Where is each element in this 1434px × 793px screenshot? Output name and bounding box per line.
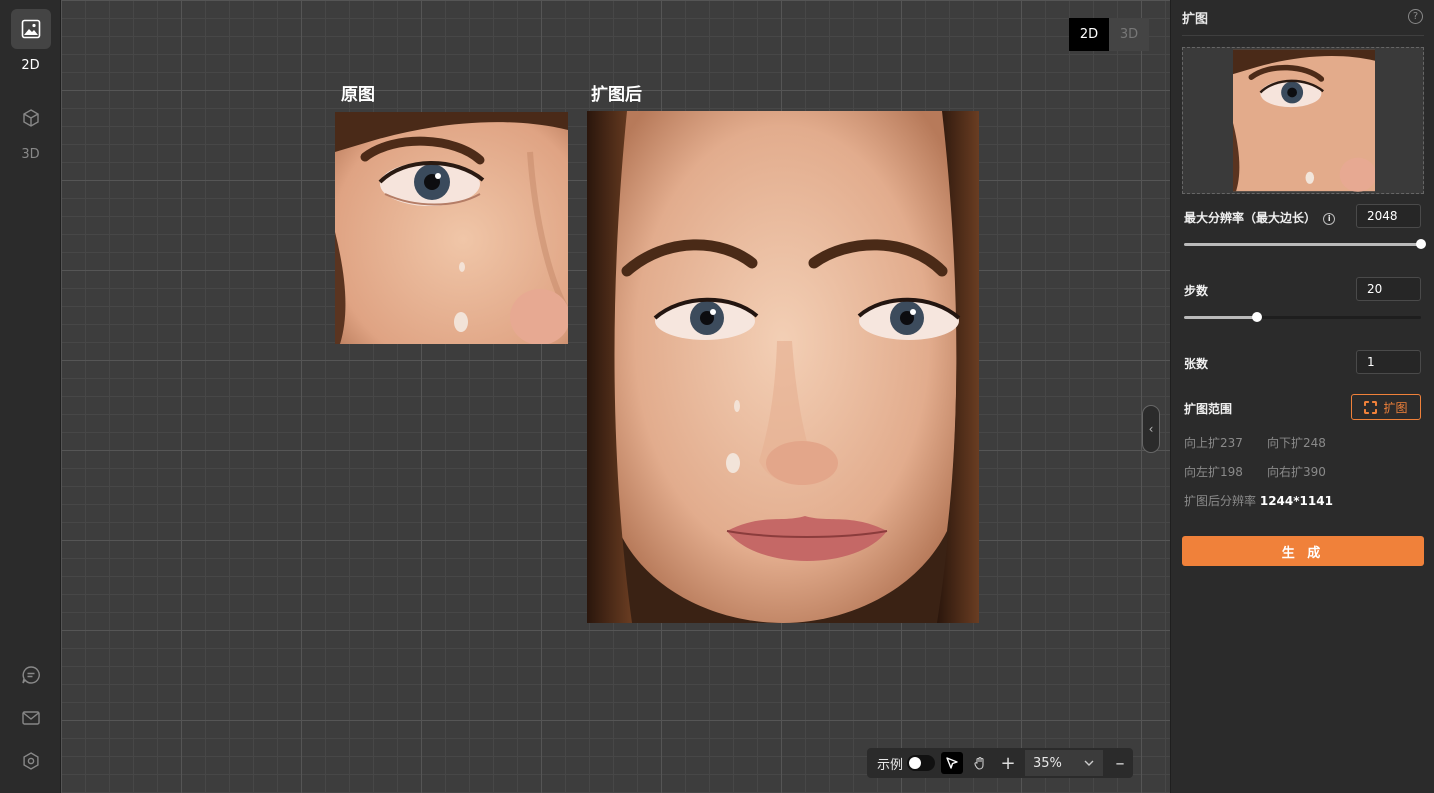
result-resolution-label: 扩图后分辨率 [1184,494,1257,508]
canvas-area[interactable]: 2D 3D 原图 扩图后 ‹ 示例 + 35% – [61,0,1170,793]
dimension-toggle[interactable]: 2D 3D [1069,18,1150,51]
settings-icon [23,752,39,770]
panel-divider [1182,35,1424,36]
example-label: 示例 [877,757,904,773]
collapse-panel-button[interactable]: ‹ [1142,405,1160,453]
hand-tool-button[interactable] [969,752,991,774]
mode-2d-label: 2D [21,58,40,73]
toggle-3d[interactable]: 3D [1109,18,1149,51]
canvas-toolbar: 示例 + 35% – [867,748,1133,778]
dashed-frame-icon [1364,400,1378,414]
original-image[interactable] [335,112,568,344]
max-resolution-label: 最大分辨率（最大边长） i [1184,209,1336,226]
slider-thumb[interactable] [1252,312,1263,322]
slider-thumb[interactable] [1416,239,1426,249]
toggle-knob [909,757,922,769]
expand-down-text: 向下扩248 [1267,436,1326,450]
cube-icon [23,109,39,127]
slider-fill [1184,243,1421,246]
right-panel: 扩图 ? 最大分辨率（最大边长） i 2048 步数 20 张数 1 扩图范围 … [1170,0,1434,793]
image-icon [21,19,41,39]
count-input[interactable]: 1 [1356,350,1421,374]
settings-button[interactable] [20,750,42,772]
expand-left-text: 向左扩198 [1184,465,1243,479]
outpaint-button-label: 扩图 [1383,400,1408,415]
count-label: 张数 [1184,357,1209,371]
preview-area[interactable] [1182,47,1424,194]
result-resolution-value: 1244*1141 [1259,494,1333,508]
toggle-2d[interactable]: 2D [1069,18,1109,51]
expanded-face-illustration [587,111,979,623]
chat-icon [22,666,40,684]
max-resolution-input[interactable]: 2048 [1356,204,1421,228]
example-toggle[interactable] [907,755,936,771]
expand-up-text: 向上扩237 [1184,436,1243,450]
zoom-out-button[interactable]: – [1109,752,1131,774]
mode-3d-label: 3D [21,147,40,162]
zoom-value: 35% [1033,755,1062,771]
range-label: 扩图范围 [1184,402,1233,416]
outpaint-range-button[interactable]: 扩图 [1351,394,1421,420]
help-icon[interactable]: ? [1408,9,1423,24]
mail-icon [22,711,40,725]
steps-slider[interactable] [1184,312,1421,322]
zoom-in-button[interactable]: + [997,752,1019,774]
original-face-illustration [335,112,568,344]
hand-icon [974,756,984,770]
left-sidebar: 2D 3D [0,0,61,793]
max-resolution-text: 最大分辨率（最大边长） [1184,211,1317,225]
chat-button[interactable] [20,664,42,686]
zoom-select[interactable]: 35% [1025,750,1104,776]
steps-input[interactable]: 20 [1356,277,1421,301]
info-icon[interactable]: i [1323,212,1336,225]
chevron-left-icon: ‹ [1148,422,1154,436]
expanded-image[interactable] [587,111,979,623]
expand-right-text: 向右扩390 [1267,465,1326,479]
generate-button[interactable]: 生 成 [1182,536,1424,566]
preview-image [1233,49,1375,192]
cursor-icon [946,757,958,769]
app-window: 2D 3D 2D 3D 原图 扩图后 ‹ 示例 + 35% – 扩图 ? 最大分… [0,0,1434,793]
panel-title: 扩图 [1182,12,1209,27]
plus-icon: + [1000,752,1016,774]
mode-3d-button[interactable] [20,107,42,129]
slider-fill [1184,316,1258,319]
select-tool-button[interactable] [941,752,964,774]
original-image-title: 原图 [341,85,375,105]
mode-2d-button[interactable] [11,9,51,49]
mail-button[interactable] [20,707,42,729]
chevron-down-icon [1084,760,1094,766]
expanded-image-title: 扩图后 [591,85,642,105]
minus-icon: – [1115,752,1125,774]
max-resolution-slider[interactable] [1184,239,1426,249]
result-resolution: 扩图后分辨率 1244*1141 [1184,492,1333,509]
steps-label: 步数 [1184,284,1209,298]
